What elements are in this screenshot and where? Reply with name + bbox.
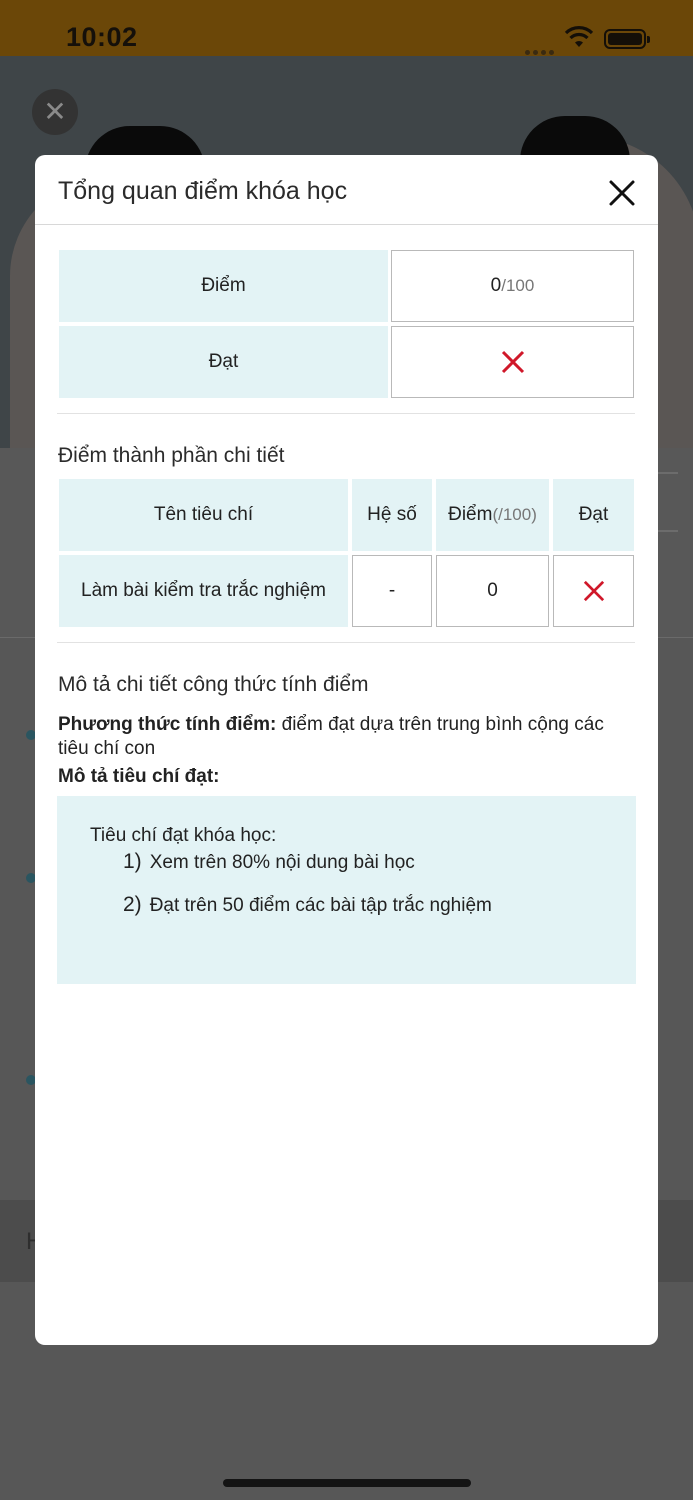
row-criterion-score: 0 [436,555,549,627]
row-criterion-pass [553,555,634,627]
score-label: Điểm [59,250,388,322]
home-indicator[interactable] [223,1479,471,1487]
status-time: 10:02 [66,22,138,52]
calculation-method: Phương thức tính điểm: điểm đạt dựa trên… [58,713,618,761]
modal-title: Tổng quan điểm khóa học [58,177,348,205]
detail-section-title: Điểm thành phần chi tiết [58,444,285,467]
criteria-item-number: 2) [123,893,142,916]
col-header-score-unit: (/100) [492,505,537,524]
wifi-icon [564,26,594,47]
criteria-label: Mô tả tiêu chí đạt: [58,766,220,787]
background-close-icon: ✕ [32,89,78,135]
row-criterion-weight: - [352,555,432,627]
score-value: 0/100 [391,250,634,322]
col-header-name: Tên tiêu chí [59,479,348,551]
score-number: 0 [490,275,502,296]
criteria-description-box: Tiêu chí đạt khóa học: 1) Xem trên 80% nộ… [57,796,636,984]
criteria-item-text: Xem trên 80% nội dung bài học [149,852,415,873]
criteria-item: 1) Xem trên 80% nội dung bài học [123,850,415,874]
criteria-item-text: Đạt trên 50 điểm các bài tập trắc nghiệm [149,895,492,916]
col-header-pass: Đạt [553,479,634,551]
col-header-score: Điểm (/100) [436,479,549,551]
section-divider [57,642,635,643]
score-max: /100 [501,276,535,295]
pass-status [391,326,634,398]
battery-icon [604,29,650,49]
close-icon[interactable] [606,177,638,209]
fail-x-icon [583,580,604,602]
status-bar: 10:02 [0,0,693,56]
calculation-method-label: Phương thức tính điểm: [58,714,277,735]
criteria-item-number: 1) [123,850,142,873]
col-header-score-label: Điểm [448,504,493,525]
pass-label: Đạt [59,326,388,398]
course-score-overview-modal: Tổng quan điểm khóa học Điểm 0/100 Đạt Đ… [35,155,658,1345]
criteria-heading: Tiêu chí đạt khóa học: [90,825,277,846]
col-header-weight: Hệ số [352,479,432,551]
fail-x-icon [501,350,524,374]
criteria-item: 2) Đạt trên 50 điểm các bài tập trắc nghi… [123,893,492,917]
modal-header: Tổng quan điểm khóa học [35,155,658,225]
row-criterion-name: Làm bài kiểm tra trắc nghiệm [59,555,348,627]
formula-section-title: Mô tả chi tiết công thức tính điểm [58,673,369,696]
section-divider [57,413,635,414]
